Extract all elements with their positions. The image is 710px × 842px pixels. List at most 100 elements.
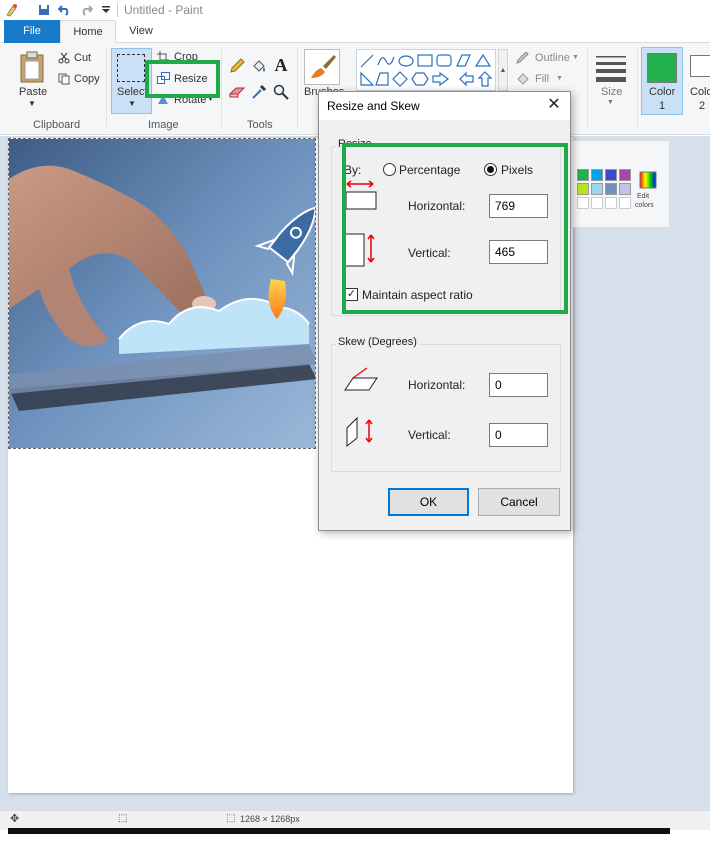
outline-dropdown-arrow[interactable]: ▼ <box>572 54 579 61</box>
outline-button[interactable]: Outline <box>535 52 570 64</box>
tab-home[interactable]: Home <box>60 20 116 44</box>
rotate-button[interactable]: Rotate <box>174 94 206 106</box>
save-icon[interactable] <box>36 2 52 18</box>
taskbar-strip <box>8 828 670 834</box>
maintain-aspect-ratio-checkbox[interactable]: ✓ <box>345 288 358 301</box>
skew-vertical-label: Vertical: <box>408 428 451 442</box>
size-icon[interactable] <box>594 51 628 85</box>
brushes-icon[interactable] <box>304 49 340 85</box>
rotate-icon[interactable] <box>156 92 170 106</box>
shapes-gallery[interactable] <box>356 49 496 91</box>
cut-button[interactable]: Cut <box>74 52 91 64</box>
size-dropdown-arrow[interactable]: ▼ <box>607 99 614 106</box>
resize-icon[interactable] <box>156 71 170 85</box>
skew-vertical-icon <box>343 416 379 450</box>
paste-icon[interactable] <box>18 49 46 85</box>
palette-swatch-purple[interactable] <box>619 169 631 181</box>
edit-colors-icon[interactable] <box>639 171 657 189</box>
crop-icon[interactable] <box>156 50 170 64</box>
canvas-image[interactable] <box>8 138 316 449</box>
edit-colors-line1[interactable]: Edit <box>637 193 649 200</box>
clipboard-group-label: Clipboard <box>33 119 81 131</box>
cancel-button[interactable]: Cancel <box>478 488 560 516</box>
pencil-icon[interactable] <box>228 57 246 75</box>
resize-horizontal-input[interactable] <box>489 194 548 218</box>
resize-group-legend: Resize <box>336 138 374 150</box>
skew-vertical-input[interactable] <box>489 423 548 447</box>
dialog-title-bar: Resize and Skew ✕ <box>319 92 570 120</box>
color-picker-icon[interactable] <box>250 83 268 101</box>
fill-icon[interactable] <box>515 72 531 86</box>
maintain-aspect-ratio-label[interactable]: Maintain aspect ratio <box>362 288 473 302</box>
redo-icon[interactable] <box>78 2 94 18</box>
copy-icon[interactable] <box>57 72 71 86</box>
group-separator <box>297 47 298 129</box>
skew-group <box>331 344 561 472</box>
copy-button[interactable]: Copy <box>74 73 100 85</box>
tab-view[interactable]: View <box>116 20 166 43</box>
outline-icon[interactable] <box>515 51 531 65</box>
color2-swatch[interactable] <box>690 55 710 77</box>
palette-swatch-blue-gray[interactable] <box>605 183 617 195</box>
status-bar: ✥ ⬚ ⬚ 1268 × 1268px <box>0 810 710 830</box>
paste-button[interactable]: Paste <box>19 86 47 98</box>
color2-label[interactable]: Color <box>690 86 710 98</box>
crop-button[interactable]: Crop <box>174 51 198 63</box>
select-label[interactable]: Select <box>117 86 148 98</box>
vertical-resize-icon <box>343 230 379 270</box>
text-tool-icon[interactable]: A <box>272 55 290 75</box>
rotate-dropdown-arrow[interactable]: ▼ <box>207 96 214 103</box>
image-group-label: Image <box>148 119 179 131</box>
cursor-position-icon: ✥ <box>10 813 20 825</box>
color2-sub: 2 <box>699 100 706 112</box>
eraser-icon[interactable] <box>228 83 246 101</box>
skew-horizontal-input[interactable] <box>489 373 548 397</box>
resize-horizontal-label: Horizontal: <box>408 199 466 213</box>
palette-swatch-light-turquoise[interactable] <box>591 183 603 195</box>
dialog-title: Resize and Skew <box>327 99 420 113</box>
color1-swatch <box>647 53 677 83</box>
color1-label: Color <box>649 86 676 98</box>
resize-button[interactable]: Resize <box>174 73 208 85</box>
ok-button[interactable]: OK <box>388 488 469 516</box>
select-dropdown-arrow[interactable]: ▼ <box>128 99 136 108</box>
group-separator <box>106 47 107 129</box>
selection-size-icon: ⬚ <box>118 813 128 824</box>
title-separator <box>117 3 118 17</box>
resize-vertical-label: Vertical: <box>408 246 451 260</box>
palette-swatch-empty[interactable] <box>619 197 631 209</box>
undo-icon[interactable] <box>57 2 73 18</box>
by-label: By: <box>344 163 362 177</box>
close-icon[interactable]: ✕ <box>546 97 562 113</box>
percentage-radio[interactable] <box>383 163 396 176</box>
percentage-label[interactable]: Percentage <box>399 163 460 177</box>
fill-dropdown-arrow[interactable]: ▼ <box>556 75 563 82</box>
palette-swatch-turquoise[interactable] <box>591 169 603 181</box>
cut-icon[interactable] <box>57 51 71 65</box>
color1-sub: 1 <box>659 100 666 112</box>
color-palette-panel: Edit colors <box>570 140 670 228</box>
customize-quick-access-icon[interactable] <box>98 2 114 18</box>
fill-bucket-icon[interactable] <box>250 57 268 75</box>
fill-button[interactable]: Fill <box>535 73 549 85</box>
pixels-radio[interactable] <box>484 163 497 176</box>
palette-swatch-lavender[interactable] <box>619 183 631 195</box>
resize-vertical-input[interactable] <box>489 240 548 264</box>
palette-swatch-empty[interactable] <box>605 197 617 209</box>
size-button[interactable]: Size <box>601 86 622 98</box>
image-size-icon: ⬚ <box>226 813 236 824</box>
palette-swatch-green[interactable] <box>577 169 589 181</box>
group-separator <box>587 47 588 129</box>
magnifier-icon[interactable] <box>272 83 290 101</box>
palette-swatch-empty[interactable] <box>591 197 603 209</box>
palette-swatch-indigo[interactable] <box>605 169 617 181</box>
tab-file[interactable]: File <box>4 20 60 43</box>
palette-swatch-empty[interactable] <box>577 197 589 209</box>
shapes-scrollbar[interactable]: ▲ <box>498 49 508 91</box>
edit-colors-line2[interactable]: colors <box>635 202 654 209</box>
palette-swatch-lime[interactable] <box>577 183 589 195</box>
paint-app-icon[interactable] <box>4 2 20 18</box>
pixels-label[interactable]: Pixels <box>501 163 533 177</box>
skew-horizontal-icon <box>343 366 379 394</box>
paste-dropdown-arrow[interactable]: ▼ <box>28 99 36 108</box>
